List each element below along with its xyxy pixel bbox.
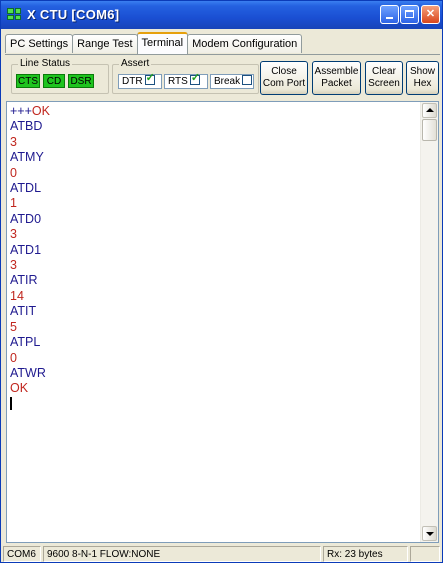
terminal-lines: +++OK ATBD 3 ATMY 0 ATDL 1 ATD0 3 ATD1 3 ATIR 14 ATIT…: [10, 104, 50, 412]
received-text: 5: [10, 319, 17, 334]
close-com-port-label: Close Com Port: [262, 66, 306, 89]
sent-text: ATDL: [10, 181, 42, 196]
status-rx-count: Rx: 23 bytes: [323, 546, 408, 562]
terminal-line: ATMY: [10, 150, 50, 165]
minimize-button[interactable]: [380, 5, 399, 24]
dtr-label: DTR: [122, 76, 143, 87]
sent-text: +++: [10, 104, 32, 118]
terminal-line: ATDL: [10, 181, 50, 196]
sent-text: ATWR: [10, 365, 46, 380]
rts-checkbox[interactable]: RTS: [164, 72, 208, 89]
dsr-indicator: DSR: [68, 74, 94, 88]
received-text: 1: [10, 196, 17, 211]
rts-label: RTS: [168, 76, 188, 87]
status-port: COM6: [3, 546, 41, 562]
close-com-port-button[interactable]: Close Com Port: [260, 61, 308, 95]
clear-screen-label: Clear Screen: [368, 66, 400, 89]
terminal-line: 3: [10, 258, 50, 273]
terminal-line: ATD1: [10, 243, 50, 258]
terminal-line: ATPL: [10, 335, 50, 350]
received-text: OK: [31, 104, 50, 118]
terminal-line: 3: [10, 135, 50, 150]
scroll-up-arrow-icon[interactable]: [422, 103, 437, 118]
assert-legend: Assert: [119, 58, 152, 69]
received-text: 0: [10, 165, 17, 180]
received-text: OK: [10, 381, 29, 396]
tab-pc-settings[interactable]: PC Settings: [5, 34, 74, 53]
terminal-line: 5: [10, 320, 50, 335]
assert-group: Assert DTR RTS Break: [112, 58, 259, 94]
sent-text: ATIR: [10, 273, 38, 288]
assemble-packet-label: Assemble Packet: [314, 66, 359, 89]
terminal-line: 1: [10, 196, 50, 211]
terminal-line: ATIT: [10, 304, 50, 319]
received-text: 3: [10, 227, 17, 242]
status-settings: 9600 8-N-1 FLOW:NONE: [43, 546, 321, 562]
dtr-check-icon[interactable]: [144, 72, 155, 86]
status-bar: COM6 9600 8-N-1 FLOW:NONE Rx: 23 bytes: [3, 546, 440, 562]
received-text: 14: [10, 288, 24, 303]
text-cursor: [10, 396, 12, 410]
scroll-down-arrow-icon[interactable]: [422, 526, 437, 541]
rts-check-icon[interactable]: [189, 72, 200, 86]
break-label: Break: [214, 76, 241, 87]
terminal-line: 14: [10, 289, 50, 304]
terminal-input-line[interactable]: [10, 396, 50, 412]
window-title: X CTU [COM6]: [27, 7, 120, 22]
terminal-line: ATIR: [10, 273, 50, 288]
sent-text: ATMY: [10, 150, 44, 165]
show-hex-label: Show Hex: [409, 66, 435, 89]
terminal-line: 0: [10, 351, 50, 366]
xctu-app-icon: [7, 8, 21, 20]
show-hex-button[interactable]: Show Hex: [406, 61, 439, 95]
close-window-button[interactable]: ✕: [421, 5, 440, 24]
maximize-button[interactable]: [400, 5, 419, 24]
received-text: 3: [10, 258, 17, 273]
assemble-packet-button[interactable]: Assemble Packet: [312, 61, 361, 95]
terminal-line: ATWR: [10, 366, 50, 381]
terminal-line: 3: [10, 227, 50, 242]
terminal-line: ATD0: [10, 212, 50, 227]
scrollbar-thumb[interactable]: [422, 119, 437, 141]
sent-text: ATD1: [10, 242, 42, 257]
terminal-output[interactable]: +++OK ATBD 3 ATMY 0 ATDL 1 ATD0 3 ATD1 3 ATIR 14 ATIT…: [6, 101, 439, 543]
break-checkbox[interactable]: Break: [210, 74, 254, 89]
clear-screen-button[interactable]: Clear Screen: [365, 61, 403, 95]
terminal-line: OK: [10, 381, 50, 396]
title-bar[interactable]: X CTU [COM6] ✕: [1, 1, 442, 29]
sent-text: ATBD: [10, 119, 43, 134]
received-text: 3: [10, 134, 17, 149]
sent-text: ATPL: [10, 335, 41, 350]
sent-text: ATD0: [10, 211, 42, 226]
tab-range-test[interactable]: Range Test: [72, 34, 138, 53]
tab-terminal[interactable]: Terminal: [136, 32, 189, 54]
terminal-line: ATBD: [10, 119, 50, 134]
line-status-group: Line Status CTS CD DSR: [11, 58, 109, 94]
tab-strip: PC Settings Range Test Terminal Modem Co…: [5, 32, 303, 54]
terminal-line: 0: [10, 166, 50, 181]
received-text: 0: [10, 350, 17, 365]
cts-indicator: CTS: [16, 74, 40, 88]
xctu-window: X CTU [COM6] ✕ PC Settings Range Test Te…: [0, 0, 443, 563]
tab-panel-border: [5, 54, 440, 55]
dtr-checkbox[interactable]: DTR: [118, 72, 162, 89]
terminal-line: +++OK: [10, 104, 50, 119]
cd-indicator: CD: [43, 74, 65, 88]
status-empty-panel: [410, 546, 440, 562]
break-check-icon[interactable]: [242, 75, 253, 86]
line-status-legend: Line Status: [18, 58, 73, 69]
vertical-scrollbar[interactable]: [420, 102, 438, 542]
sent-text: ATIT: [10, 304, 37, 319]
tab-modem-configuration[interactable]: Modem Configuration: [187, 34, 303, 53]
